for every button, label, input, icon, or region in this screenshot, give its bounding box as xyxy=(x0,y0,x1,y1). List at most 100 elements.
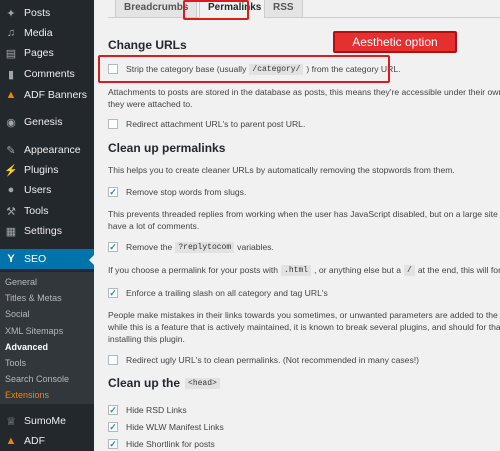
replytocom-label-pre: Remove the xyxy=(126,242,173,252)
menu-tools-label: Tools xyxy=(24,205,49,217)
option-hide-wlw[interactable]: ✓ Hide WLW Manifest Links xyxy=(108,421,224,433)
heading-change-urls: Change URLs xyxy=(108,38,187,52)
slash-desc-code-slash: / xyxy=(404,264,415,276)
genesis-icon: ◉ xyxy=(6,116,16,129)
option-trailing-slash[interactable]: ✓ Enforce a trailing slash on all catego… xyxy=(108,287,328,299)
hide-shortlink-label: Hide Shortlink for posts xyxy=(126,439,215,449)
submenu-extensions[interactable]: Extensions xyxy=(5,390,49,400)
checkbox-redirect-ugly-urls[interactable] xyxy=(108,355,118,365)
clean-head-heading-text: Clean up the xyxy=(108,376,181,390)
replytocom-code: ?replytocom xyxy=(175,241,235,253)
menu-users[interactable]: ● Users xyxy=(0,180,94,200)
checkbox-trailing-slash[interactable]: ✓ xyxy=(108,288,118,298)
media-icon: ♫ xyxy=(6,27,16,39)
option-remove-stopwords[interactable]: ✓ Remove stop words from slugs. xyxy=(108,186,246,198)
slash-desc-pre: If you choose a permalink for your posts… xyxy=(108,265,279,275)
trailing-slash-label: Enforce a trailing slash on all category… xyxy=(126,288,328,298)
seo-submenu: General Titles & Metas Social XML Sitema… xyxy=(0,272,94,404)
menu-comments[interactable]: ▮ Comments xyxy=(0,64,94,84)
submenu-social[interactable]: Social xyxy=(5,309,30,319)
option-hide-shortlink[interactable]: ✓ Hide Shortlink for posts xyxy=(108,438,215,450)
hide-rsd-label: Hide RSD Links xyxy=(126,405,187,415)
menu-adf[interactable]: ▲ ADF xyxy=(0,431,94,451)
stopwords-description: This helps you to create cleaner URLs by… xyxy=(108,165,455,175)
menu-genesis-label: Genesis xyxy=(24,116,63,128)
submenu-advanced[interactable]: Advanced xyxy=(5,342,48,352)
slash-desc-code-html: .html xyxy=(281,264,312,276)
menu-plugins[interactable]: ⚡ Plugins xyxy=(0,160,94,180)
menu-sumome-label: SumoMe xyxy=(24,415,67,427)
menu-media[interactable]: ♫ Media xyxy=(0,23,94,43)
users-icon: ● xyxy=(7,184,15,196)
annotation-callout: Aesthetic option xyxy=(333,31,457,53)
attachments-description-2: they were attached to. xyxy=(108,99,193,109)
menu-sumome[interactable]: ♕ SumoMe xyxy=(0,411,94,431)
menu-comments-label: Comments xyxy=(24,68,75,80)
option-remove-replytocom[interactable]: ✓ Remove the ?replytocom variables. xyxy=(108,241,274,253)
submenu-general[interactable]: General xyxy=(5,277,37,287)
plugins-icon: ⚡ xyxy=(4,164,18,177)
checkbox-redirect-attachment[interactable] xyxy=(108,119,118,129)
pages-icon: ▤ xyxy=(5,47,17,60)
menu-genesis[interactable]: ◉ Genesis xyxy=(0,112,94,132)
adf-icon: ▲ xyxy=(5,435,17,447)
clean-head-heading-code: <head> xyxy=(185,377,220,389)
crown-icon: ♕ xyxy=(6,415,16,428)
banner-icon: ▲ xyxy=(5,89,17,101)
checkbox-hide-shortlink[interactable]: ✓ xyxy=(108,439,118,449)
tab-rss[interactable]: RSS xyxy=(264,0,303,18)
menu-appearance-label: Appearance xyxy=(24,144,81,156)
option-redirect-ugly-urls[interactable]: Redirect ugly URL's to clean permalinks.… xyxy=(108,354,419,366)
checkbox-hide-wlw[interactable]: ✓ xyxy=(108,422,118,432)
menu-plugins-label: Plugins xyxy=(24,164,59,176)
replytocom-description-2: have a lot of comments. xyxy=(108,221,200,231)
menu-settings[interactable]: ▦ Settings xyxy=(0,221,94,241)
menu-pages[interactable]: ▤ Pages xyxy=(0,43,94,63)
attachments-description-1: Attachments to posts are stored in the d… xyxy=(108,87,500,97)
tab-bar: Breadcrumbs Permalinks RSS xyxy=(108,0,500,18)
menu-settings-label: Settings xyxy=(24,225,62,237)
yoast-icon: Y xyxy=(7,253,15,265)
slash-desc-mid: , or anything else but a xyxy=(314,265,402,275)
heading-clean-up-head: Clean up the <head> xyxy=(108,376,223,390)
heading-clean-up-permalinks: Clean up permalinks xyxy=(108,141,226,155)
redirect-attachment-label: Redirect attachment URL's to parent post… xyxy=(126,119,306,129)
replytocom-description-1: This prevents threaded replies from work… xyxy=(108,209,500,219)
pushpin-icon: ✦ xyxy=(6,7,16,20)
submenu-tools[interactable]: Tools xyxy=(5,358,26,368)
menu-users-label: Users xyxy=(24,184,52,196)
checkbox-remove-replytocom[interactable]: ✓ xyxy=(108,242,118,252)
settings-icon: ▦ xyxy=(5,225,17,238)
hide-wlw-label: Hide WLW Manifest Links xyxy=(126,422,224,432)
menu-appearance[interactable]: ✎ Appearance xyxy=(0,140,94,160)
trailing-slash-description: If you choose a permalink for your posts… xyxy=(108,264,500,276)
menu-posts[interactable]: ✦ Posts xyxy=(0,3,94,23)
ugly-urls-label: Redirect ugly URL's to clean permalinks.… xyxy=(126,355,419,365)
slash-desc-post: at the end, this will force W xyxy=(417,265,500,275)
menu-tools[interactable]: ⚒ Tools xyxy=(0,201,94,221)
menu-adf-banners[interactable]: ▲ ADF Banners xyxy=(0,85,94,105)
menu-seo[interactable]: Y SEO xyxy=(0,249,94,269)
checkbox-hide-rsd[interactable]: ✓ xyxy=(108,405,118,415)
wrench-icon: ⚒ xyxy=(6,205,16,218)
ugly-urls-description-1: People make mistakes in their links towa… xyxy=(108,310,500,320)
annotation-highlight-permalinks-tab xyxy=(183,0,249,20)
menu-media-label: Media xyxy=(24,27,53,39)
menu-pages-label: Pages xyxy=(24,47,54,59)
annotation-highlight-strip-option xyxy=(98,55,390,83)
menu-adf-label: ADF xyxy=(24,435,45,447)
ugly-urls-description-2: while this is a feature that is actively… xyxy=(108,322,500,332)
option-hide-rsd[interactable]: ✓ Hide RSD Links xyxy=(108,404,187,416)
submenu-search-console[interactable]: Search Console xyxy=(5,374,69,384)
stopwords-label: Remove stop words from slugs. xyxy=(126,187,247,197)
ugly-urls-description-3: installing this plugin. xyxy=(108,334,185,344)
checkbox-remove-stopwords[interactable]: ✓ xyxy=(108,187,118,197)
replytocom-label-post: variables. xyxy=(237,242,274,252)
comments-icon: ▮ xyxy=(7,68,15,81)
menu-posts-label: Posts xyxy=(24,7,51,19)
submenu-xml-sitemaps[interactable]: XML Sitemaps xyxy=(5,326,63,336)
menu-adf-banners-label: ADF Banners xyxy=(24,89,88,101)
paintbrush-icon: ✎ xyxy=(6,144,16,157)
option-redirect-attachment[interactable]: Redirect attachment URL's to parent post… xyxy=(108,118,305,130)
submenu-titles-metas[interactable]: Titles & Metas xyxy=(5,293,62,303)
